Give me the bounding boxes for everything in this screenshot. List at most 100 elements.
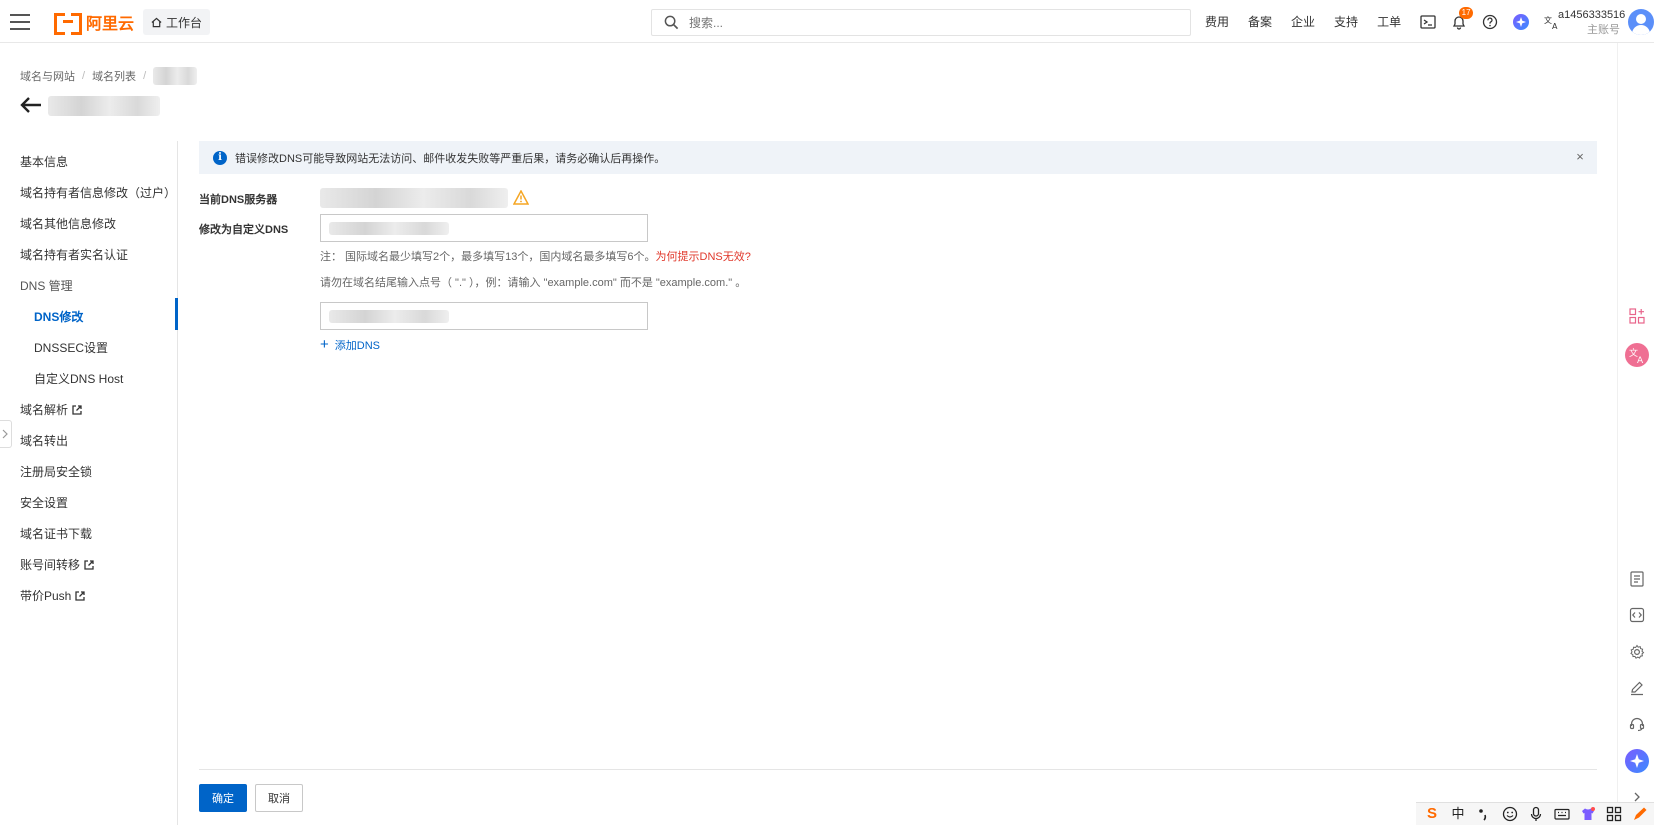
sidebar: 基本信息 域名持有者信息修改（过户） 域名其他信息修改 域名持有者实名认证 DN… (0, 141, 178, 825)
menu-icon[interactable] (10, 14, 30, 30)
workbench-button[interactable]: 工作台 (143, 9, 211, 35)
grid-add-icon[interactable] (1629, 308, 1645, 324)
dns-count-note-text: 注： 国际域名最少填写2个，最多填写13个，国内域名最多填写6个。 (320, 251, 656, 263)
add-dns-button[interactable]: + 添加DNS (320, 337, 380, 353)
nav-fees[interactable]: 费用 (1205, 13, 1229, 30)
nav-filing[interactable]: 备案 (1248, 13, 1272, 30)
sidebar-active-indicator (175, 298, 178, 330)
breadcrumb-separator: / (143, 70, 147, 82)
external-link-icon (75, 591, 86, 601)
account-info[interactable]: a1456333516 主账号 (1558, 8, 1626, 38)
pen-icon[interactable] (1632, 806, 1648, 822)
sidebar-item-certificate[interactable]: 域名证书下载 (20, 524, 92, 544)
confirm-button[interactable]: 确定 (199, 784, 247, 812)
skin-icon[interactable] (1580, 806, 1596, 822)
headset-icon[interactable] (1629, 716, 1645, 732)
code-icon[interactable] (1629, 607, 1645, 623)
breadcrumb: 域名与网站 / 域名列表 / (20, 67, 198, 85)
svg-text:文: 文 (1544, 15, 1552, 25)
edit-icon[interactable] (1629, 680, 1645, 696)
toolbox-grid-icon[interactable] (1606, 806, 1622, 822)
dns-server-input-1[interactable] (320, 214, 648, 242)
notification-bell[interactable]: 17 (1451, 6, 1474, 30)
terminal-icon[interactable] (1420, 14, 1436, 30)
translate-icon[interactable]: 文A (1625, 343, 1649, 367)
external-link-icon (72, 405, 82, 415)
sidebar-item-transfer-out[interactable]: 域名转出 (20, 431, 68, 451)
sparkle-icon (1630, 754, 1644, 768)
sidebar-item-dns-resolve[interactable]: 域名解析 (20, 400, 82, 420)
help-icon[interactable] (1482, 14, 1498, 30)
add-dns-label: 添加DNS (334, 340, 380, 352)
avatar[interactable] (1628, 9, 1654, 35)
sidebar-item-other-info[interactable]: 域名其他信息修改 (20, 214, 116, 234)
current-dns-label: 当前DNS服务器 (199, 194, 278, 206)
warning-alert: i 错误修改DNS可能导致网站无法访问、邮件收发失败等严重后果，请务必确认后再操… (199, 141, 1597, 174)
sidebar-item-registry-lock[interactable]: 注册局安全锁 (20, 462, 92, 482)
home-icon (151, 17, 162, 27)
logo-text: 阿里云 (86, 16, 135, 33)
info-icon: i (213, 150, 227, 165)
dns-invalid-help-link[interactable]: 为何提示DNS无效? (656, 251, 751, 263)
breadcrumb-current-redacted (153, 67, 198, 85)
sidebar-item-price-push[interactable]: 带价Push (20, 586, 86, 606)
global-search[interactable] (651, 9, 1191, 36)
sidebar-item-dns-modify[interactable]: DNS修改 (34, 307, 83, 327)
trailing-dot-note: 请勿在域名结尾输入点号（ "." ），例：请输入 "example.com" 而… (320, 277, 747, 289)
sidebar-item-account-transfer[interactable]: 账号间转移 (20, 555, 94, 575)
sidebar-item-label: 账号间转移 (20, 558, 81, 572)
dns-server-value-redacted (329, 222, 449, 235)
svg-text:A: A (1637, 356, 1644, 366)
top-navigation-bar: 阿里云 工作台 费用 备案 企业 支持 工单 17 文A a1456333516… (0, 0, 1654, 43)
close-icon[interactable]: × (1573, 150, 1587, 164)
search-icon (664, 15, 679, 30)
punctuation-icon[interactable] (1476, 806, 1492, 822)
account-type: 主账号 (1587, 24, 1620, 36)
aliyun-logo[interactable]: 阿里云 (54, 11, 135, 35)
sidebar-item-basic-info[interactable]: 基本信息 (20, 152, 68, 172)
dns-server-value-redacted (329, 310, 449, 323)
cancel-button[interactable]: 取消 (255, 784, 303, 812)
plus-icon: + (320, 336, 329, 353)
keyboard-icon[interactable] (1554, 806, 1570, 822)
breadcrumb-domains-websites[interactable]: 域名与网站 (20, 68, 75, 84)
settings-icon[interactable] (1629, 644, 1645, 660)
dns-server-input-2[interactable] (320, 302, 648, 330)
sidebar-item-dns-host[interactable]: 自定义DNS Host (34, 369, 123, 389)
nav-support[interactable]: 支持 (1334, 13, 1358, 30)
workbench-label: 工作台 (166, 15, 203, 30)
document-icon[interactable] (1629, 571, 1645, 587)
sidebar-item-dnssec[interactable]: DNSSEC设置 (34, 338, 108, 358)
ai-assistant-icon[interactable] (1513, 13, 1530, 30)
ai-helper-icon[interactable] (1625, 749, 1649, 773)
back-arrow-icon[interactable] (20, 96, 42, 114)
nav-enterprise[interactable]: 企业 (1291, 13, 1315, 30)
chevron-right-icon (2, 429, 8, 439)
sidebar-item-label: 带价Push (20, 589, 72, 603)
nav-ticket[interactable]: 工单 (1377, 13, 1401, 30)
current-dns-value-redacted (320, 188, 508, 208)
account-name: a1456333516 (1558, 9, 1626, 21)
ime-mode-toggle[interactable]: 中 (1450, 806, 1466, 822)
sidebar-item-security[interactable]: 安全设置 (20, 493, 68, 513)
warning-icon[interactable] (513, 190, 529, 205)
sidebar-collapse-toggle[interactable] (0, 420, 12, 448)
ime-toolbar: S 中 (1416, 802, 1654, 825)
breadcrumb-domain-list[interactable]: 域名列表 (92, 68, 136, 84)
right-tool-rail: 文A (1617, 43, 1654, 825)
sogou-logo-icon[interactable]: S (1424, 806, 1440, 822)
top-nav-links: 费用 备案 企业 支持 工单 17 文A (1205, 0, 1575, 43)
emoji-icon[interactable] (1502, 806, 1518, 822)
search-input[interactable] (689, 15, 1169, 30)
logo-mark-icon (54, 13, 82, 35)
sidebar-item-holder-transfer[interactable]: 域名持有者信息修改（过户） (20, 183, 176, 203)
microphone-icon[interactable] (1528, 806, 1544, 822)
alert-message: 错误修改DNS可能导致网站无法访问、邮件收发失败等严重后果，请务必确认后再操作。 (235, 152, 666, 165)
sidebar-item-label: 域名解析 (20, 403, 69, 417)
custom-dns-label: 修改为自定义DNS (199, 224, 289, 236)
breadcrumb-separator: / (82, 70, 86, 82)
translate-glyph-icon: 文A (1629, 347, 1644, 366)
footer-divider (199, 769, 1597, 770)
page-title-redacted (48, 96, 160, 116)
sidebar-item-realname[interactable]: 域名持有者实名认证 (20, 245, 128, 265)
